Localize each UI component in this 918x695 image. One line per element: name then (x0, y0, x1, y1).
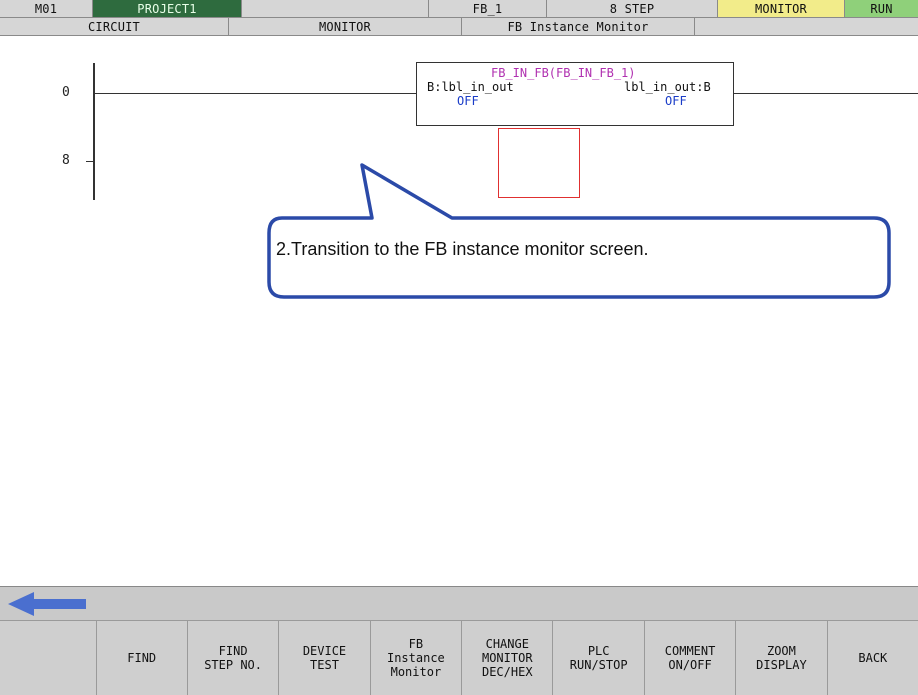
breadcrumb-blank (695, 18, 918, 36)
rung-line-left (94, 93, 416, 94)
fb-name-label: FB_1 (429, 0, 547, 18)
rung-8-tick (86, 161, 94, 162)
mode-badge: MONITOR (718, 0, 845, 18)
function-key-bar: FIND FIND STEP NO. DEVICE TEST FB Instan… (0, 620, 918, 695)
breadcrumb: CIRCUIT MONITOR FB Instance Monitor (0, 18, 918, 36)
fb-instance-block[interactable]: FB_IN_FB(FB_IN_FB_1) B:lbl_in_out lbl_in… (416, 62, 734, 126)
step-number-8: 8 (62, 153, 70, 168)
navigation-strip (0, 586, 918, 621)
project-label: PROJECT1 (93, 0, 242, 18)
rung-line-right (734, 93, 918, 94)
find-button[interactable]: FIND (95, 620, 187, 695)
breadcrumb-monitor: MONITOR (229, 18, 462, 36)
device-test-button[interactable]: DEVICE TEST (278, 620, 370, 695)
callout-text: 2.Transition to the FB instance monitor … (276, 239, 649, 259)
left-power-rail (93, 63, 95, 200)
left-arrow-icon[interactable] (8, 592, 86, 616)
fb-left-state: OFF (457, 94, 479, 108)
breadcrumb-fb-instance-monitor: FB Instance Monitor (462, 18, 695, 36)
program-label: M01 (0, 0, 93, 18)
plc-run-stop-button[interactable]: PLC RUN/STOP (552, 620, 644, 695)
fb-left-pin: B:lbl_in_out (427, 80, 514, 94)
zoom-display-button[interactable]: ZOOM DISPLAY (735, 620, 827, 695)
fb-right-state: OFF (665, 94, 687, 108)
fb-instance-monitor-button[interactable]: FB Instance Monitor (369, 620, 462, 695)
step-number-0: 0 (62, 85, 70, 100)
change-monitor-dec-hex-button[interactable]: CHANGE MONITOR DEC/HEX (461, 620, 553, 695)
back-button[interactable]: BACK (826, 620, 918, 695)
highlight-box (498, 128, 580, 198)
find-step-no-button[interactable]: FIND STEP NO. (186, 620, 279, 695)
comment-on-off-button[interactable]: COMMENT ON/OFF (643, 620, 736, 695)
status-blank (242, 0, 429, 18)
fkey-blank[interactable] (0, 620, 96, 695)
status-bar: M01 PROJECT1 FB_1 8 STEP MONITOR RUN (0, 0, 918, 18)
fb-right-pin: lbl_in_out:B (624, 80, 711, 94)
fb-block-title: FB_IN_FB(FB_IN_FB_1) (491, 66, 636, 80)
step-count-label: 8 STEP (547, 0, 718, 18)
run-state-badge: RUN (845, 0, 918, 18)
breadcrumb-circuit: CIRCUIT (0, 18, 229, 36)
